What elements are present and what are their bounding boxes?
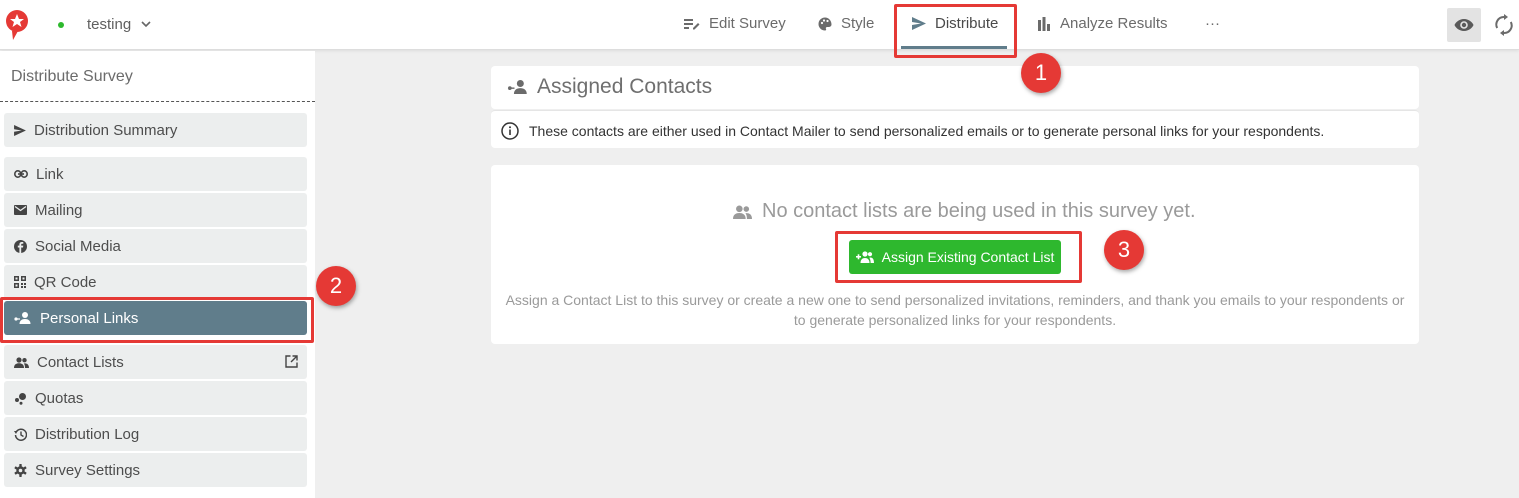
link-icon [14, 170, 28, 178]
assigned-contacts-header: Assigned Contacts [491, 66, 1419, 109]
tab-label: Analyze Results [1060, 15, 1168, 32]
divider [0, 101, 315, 102]
empty-state-message: No contact lists are being used in this … [733, 200, 1196, 223]
more-icon: ··· [1205, 15, 1220, 32]
tab-distribute[interactable]: Distribute [912, 15, 998, 32]
sidebar-item-personal-links[interactable]: Personal Links [4, 301, 307, 335]
sidebar-item-quotas[interactable]: Quotas [4, 381, 307, 415]
sidebar-item-distribution-log[interactable]: Distribution Log [4, 417, 307, 451]
tab-analyze-results[interactable]: Analyze Results [1037, 15, 1168, 32]
sidebar-item-distribution-summary[interactable]: Distribution Summary [4, 113, 307, 147]
gear-icon [14, 463, 27, 477]
sidebar-item-label: Social Media [35, 237, 121, 255]
facebook-icon [14, 239, 27, 253]
external-link-icon[interactable] [285, 355, 298, 368]
qr-code-icon [14, 276, 26, 288]
people-icon [733, 205, 752, 219]
page-title: Assigned Contacts [537, 75, 713, 98]
quotas-icon [15, 392, 26, 405]
send-icon [14, 124, 26, 136]
info-text: These contacts are either used in Contac… [529, 123, 1325, 139]
help-text: Assign a Contact List to this survey or … [501, 290, 1409, 330]
people-icon [14, 356, 29, 368]
personal-links-icon [507, 80, 527, 94]
sidebar-item-social-media[interactable]: Social Media [4, 229, 307, 263]
bar-chart-icon [1038, 16, 1050, 31]
tab-edit-survey[interactable]: Edit Survey [684, 15, 786, 32]
more-menu[interactable]: ··· [1205, 15, 1220, 32]
sidebar-title: Distribute Survey [11, 68, 133, 85]
status-dot [58, 22, 64, 28]
sidebar-item-label: Contact Lists [37, 353, 124, 371]
empty-state-panel: No contact lists are being used in this … [491, 165, 1419, 344]
sidebar-item-link[interactable]: Link [4, 157, 307, 191]
sidebar-item-label: Mailing [35, 201, 83, 219]
sidebar-item-label: QR Code [34, 273, 97, 291]
sidebar-item-contact-lists[interactable]: Contact Lists [4, 345, 307, 379]
tab-style[interactable]: Style [818, 15, 874, 32]
mail-icon [14, 205, 27, 215]
edit-survey-icon [684, 18, 700, 29]
tab-label: Style [841, 15, 875, 32]
step-badge-3: 3 [1104, 230, 1144, 270]
sidebar-item-label: Distribution Summary [34, 121, 178, 139]
tab-label: Distribute [935, 15, 999, 32]
palette-icon [818, 17, 832, 30]
step-badge-1: 1 [1021, 53, 1061, 93]
sidebar-item-label: Survey Settings [35, 461, 141, 479]
sidebar: Distribute Survey Distribution Summary L… [0, 51, 315, 498]
add-group-icon [855, 251, 874, 263]
empty-state-text: No contact lists are being used in this … [762, 200, 1196, 222]
step-badge-2: 2 [316, 266, 356, 306]
refresh-icon[interactable] [1494, 14, 1514, 36]
sidebar-item-label: Quotas [35, 389, 84, 407]
help-text-line: Assign a Contact List to this survey or … [505, 292, 1405, 308]
info-bar: These contacts are either used in Contac… [491, 110, 1419, 148]
sidebar-item-mailing[interactable]: Mailing [4, 193, 307, 227]
history-icon [14, 427, 27, 441]
sidebar-item-label: Link [36, 165, 64, 183]
eye-icon [1454, 19, 1474, 31]
sidebar-item-label: Personal Links [40, 309, 139, 327]
logo-icon[interactable] [4, 9, 30, 41]
preview-button[interactable] [1447, 8, 1481, 42]
sidebar-item-label: Distribution Log [35, 425, 140, 443]
personal-links-icon [14, 312, 31, 324]
info-icon [501, 122, 519, 140]
assign-existing-contact-list-button[interactable]: Assign Existing Contact List [849, 240, 1061, 274]
assign-button-label: Assign Existing Contact List [881, 249, 1055, 265]
sidebar-item-qr-code[interactable]: QR Code [4, 265, 307, 299]
survey-name[interactable]: testing [87, 16, 131, 33]
active-tab-indicator [901, 46, 1007, 49]
help-text-line: to generate personalized links for your … [793, 312, 1117, 328]
chevron-down-icon[interactable] [140, 18, 152, 30]
tab-label: Edit Survey [709, 15, 786, 32]
sidebar-item-survey-settings[interactable]: Survey Settings [4, 453, 307, 487]
send-icon [912, 17, 926, 30]
top-bar: testing Edit Survey Style Distribute Ana… [0, 0, 1519, 50]
